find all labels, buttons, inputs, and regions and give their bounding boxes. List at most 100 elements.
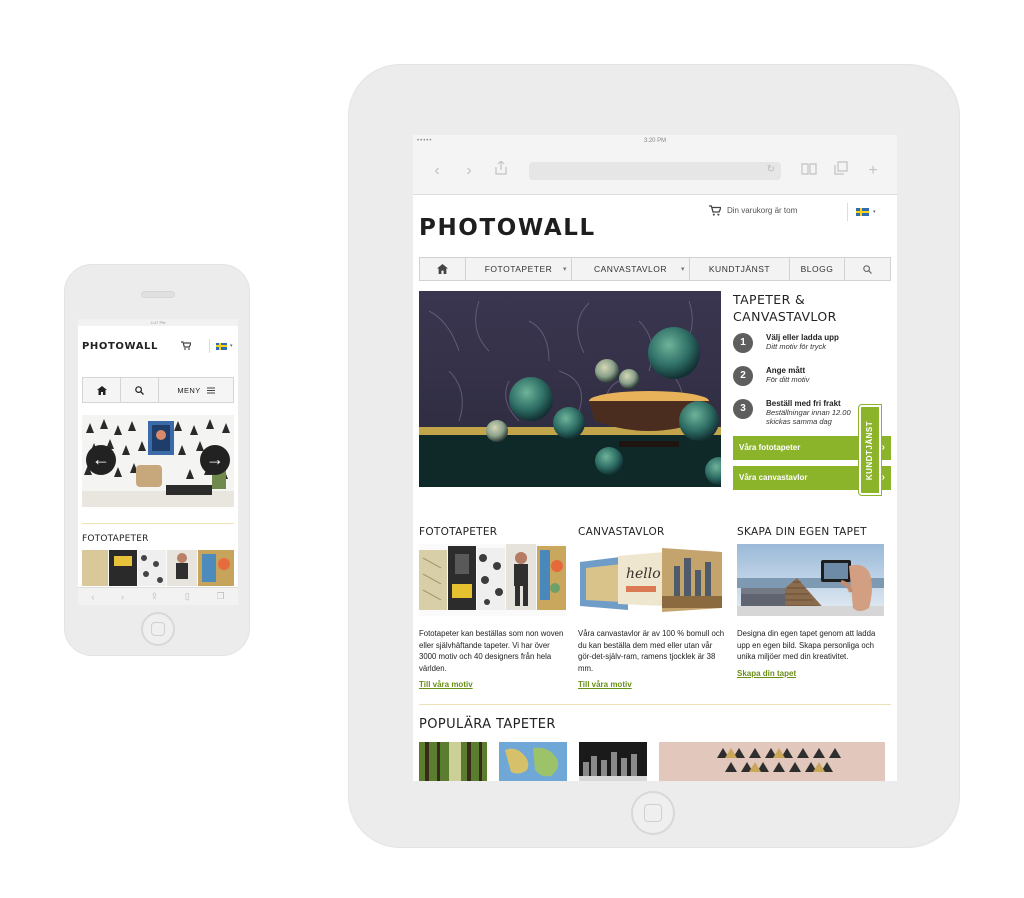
column-title[interactable]: FOTOTAPETER [419, 526, 566, 538]
home-icon [96, 385, 107, 395]
phone-screen: 4:47 PM PHOTOWALL ▾ MENY ← → FOTOTAPETER… [78, 319, 238, 605]
fototapeter-column: FOTOTAPETER Fototapeter kan beställas so… [419, 526, 566, 692]
city-thumbnail [579, 742, 647, 781]
phone-divider [82, 523, 234, 524]
popular-title: POPULÄRA TAPETER [419, 717, 556, 732]
reload-icon[interactable]: ↻ [767, 164, 775, 175]
globes-photo [419, 291, 721, 487]
forward-icon[interactable]: › [455, 162, 483, 180]
phone-logo[interactable]: PHOTOWALL [82, 341, 158, 352]
canvastavlor-column: CANVASTAVLOR hello Våra canvastavlor är … [578, 526, 725, 692]
share-icon[interactable] [487, 160, 515, 180]
fototapeter-image[interactable] [419, 544, 566, 616]
step-2: 2 Ange mått För ditt motiv [733, 366, 891, 386]
popular-wallpapers-row [419, 742, 891, 781]
column-title[interactable]: CANVASTAVLOR [578, 526, 725, 538]
phone-browser-toolbar: ‹ › ⇪ ▯ ❐ [78, 587, 238, 605]
language-selector[interactable]: ▾ [209, 339, 233, 353]
menu-button[interactable]: MENY [159, 378, 233, 402]
column-link[interactable]: Till våra motiv [578, 680, 632, 689]
arrow-left-icon[interactable]: ← [86, 445, 116, 475]
main-nav: FOTOTAPETER CANVASTAVLOR KUNDTJÄNST BLOG… [419, 257, 891, 281]
nav-canvastavlor[interactable]: CANVASTAVLOR [572, 258, 690, 280]
popular-item-triangles[interactable] [659, 742, 891, 781]
hero-title-line2: CANVASTAVLOR [733, 309, 837, 324]
hero-title: TAPETER & CANVASTAVLOR [733, 291, 891, 325]
hero-section: TAPETER & CANVASTAVLOR 1 Välj eller ladd… [419, 291, 891, 490]
column-text: Designa din egen tapet genom att ladda u… [737, 629, 876, 661]
skapa-photo [737, 544, 884, 616]
canvastavlor-image[interactable]: hello [578, 544, 725, 616]
hero-title-line1: TAPETER & [733, 292, 806, 307]
step-title: Ange mått [766, 366, 806, 375]
new-tab-icon[interactable]: + [859, 162, 887, 180]
back-icon[interactable]: ‹ [423, 162, 451, 180]
cart-link[interactable]: Din varukorg är tom [709, 205, 797, 216]
step-subtitle: Ditt motiv för tryck [766, 342, 827, 351]
step-number: 2 [733, 366, 753, 386]
forest-thumbnail [419, 742, 487, 781]
canvas-hello-text: hello [626, 566, 661, 582]
bookmarks-icon[interactable]: ▯ [185, 591, 190, 602]
step-number: 3 [733, 399, 753, 419]
kundtjanst-tab[interactable]: KUNDTJÄNST [858, 404, 882, 496]
swedish-flag-icon [856, 208, 869, 216]
column-link[interactable]: Skapa din tapet [737, 669, 796, 678]
category-columns: FOTOTAPETER Fototapeter kan beställas so… [419, 526, 891, 692]
phone-thumbnails-image [82, 550, 234, 586]
hero-image[interactable] [419, 291, 721, 487]
triangles-thumbnail [659, 742, 885, 781]
share-icon[interactable]: ⇪ [151, 591, 159, 602]
nav-fototapeter[interactable]: FOTOTAPETER [466, 258, 572, 280]
phone-home-button[interactable] [141, 612, 175, 646]
tablet-home-button[interactable] [631, 791, 675, 835]
back-icon[interactable]: ‹ [91, 592, 94, 602]
popular-item-city[interactable] [579, 742, 647, 781]
phone-status-time: 4:47 PM [150, 320, 166, 325]
language-selector[interactable]: ▾ [847, 203, 876, 221]
fototapeter-collage [419, 544, 566, 616]
tabs-icon[interactable] [827, 161, 855, 180]
phone-header: PHOTOWALL ▾ [78, 326, 238, 366]
bookmarks-icon[interactable] [795, 162, 823, 180]
menu-icon [206, 387, 215, 393]
section-divider [419, 704, 891, 705]
tablet-status-bar: ••••• 3:20 PM [413, 135, 897, 147]
search-icon [135, 385, 144, 395]
popular-item-map[interactable] [499, 742, 567, 781]
nav-home[interactable] [420, 258, 466, 280]
phone-section-title[interactable]: FOTOTAPETER [82, 534, 234, 544]
cart-icon[interactable] [181, 340, 192, 352]
nav-kundtjanst[interactable]: KUNDTJÄNST [690, 258, 790, 280]
tablet-device: ••••• 3:20 PM ‹ › ↻ + PHOTOWALL Din varu… [348, 64, 960, 848]
phone-speaker [141, 291, 175, 298]
address-bar[interactable]: ↻ [529, 161, 781, 180]
phone-device: 4:47 PM PHOTOWALL ▾ MENY ← → FOTOTAPETER… [64, 264, 250, 656]
site-header: PHOTOWALL Din varukorg är tom ▾ [419, 195, 891, 257]
phone-hero-slider[interactable]: ← → [82, 415, 234, 507]
chevron-down-icon: ▾ [230, 343, 233, 349]
site-logo[interactable]: PHOTOWALL [419, 215, 596, 241]
search-button[interactable] [121, 378, 159, 402]
step-title: Beställ med fri frakt [766, 399, 841, 408]
step-subtitle: För ditt motiv [766, 375, 810, 384]
column-link[interactable]: Till våra motiv [419, 680, 473, 689]
kundtjanst-tab-label: KUNDTJÄNST [865, 420, 875, 480]
nav-search[interactable] [845, 258, 890, 280]
arrow-right-icon[interactable]: → [200, 445, 230, 475]
column-text: Fototapeter kan beställas som non woven … [419, 629, 564, 673]
browser-toolbar: ‹ › ↻ + [413, 147, 897, 195]
swedish-flag-icon [216, 342, 227, 350]
map-thumbnail [499, 742, 567, 781]
popular-item-forest[interactable] [419, 742, 487, 781]
nav-blogg[interactable]: BLOGG [790, 258, 845, 280]
cart-status-text: Din varukorg är tom [727, 206, 798, 215]
phone-thumbnail-strip[interactable] [82, 550, 234, 586]
forward-icon[interactable]: › [121, 592, 124, 602]
skapa-image[interactable] [737, 544, 884, 616]
tabs-icon[interactable]: ❐ [217, 591, 225, 602]
home-button[interactable] [83, 378, 121, 402]
canvastavlor-collage: hello [578, 544, 725, 616]
signal-icon: ••••• [417, 138, 433, 144]
column-title[interactable]: SKAPA DIN EGEN TAPET [737, 526, 884, 538]
